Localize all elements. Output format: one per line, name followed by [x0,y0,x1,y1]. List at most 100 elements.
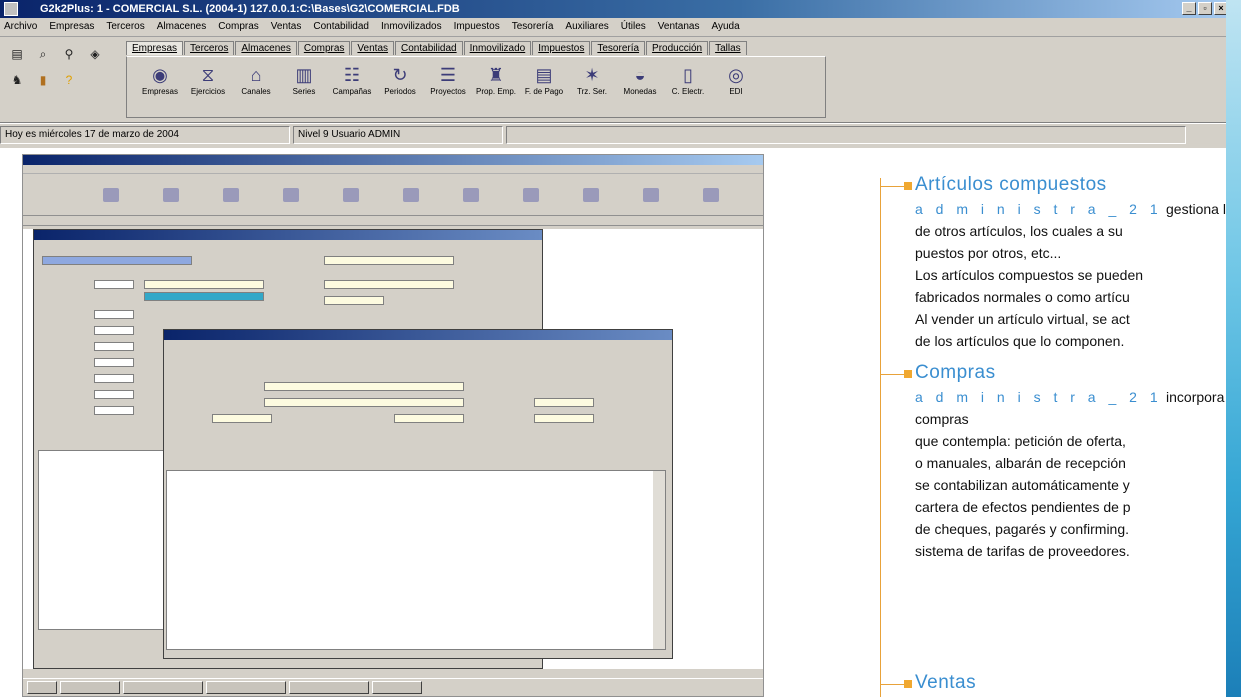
toolbar-button-label: Series [292,87,316,96]
empresa-buttons: ◉ Empresas ⧖ Ejercicios ⌂ Canales ▥ Series ☷ Camp… [127,57,825,96]
toolbar-button-trz-ser[interactable]: ✶ Trz. Ser. [571,63,613,96]
brand-name: a d m i n i s t r a _ 2 1 [915,389,1163,405]
maximize-button[interactable]: ▫ [1198,2,1212,15]
tab-empresas[interactable]: Empresas [126,41,184,55]
toolbar-button-label: Proyectos [430,87,466,96]
help-icon[interactable]: ? [60,71,78,89]
toolbar-button-icon: ◎ [728,65,744,85]
tab-produccion[interactable]: Producción [646,41,709,55]
tab-inmovilizado[interactable]: Inmovilizado [463,41,532,55]
title-bar: G2k2Plus: 1 - COMERCIAL S.L. (2004-1) 12… [0,0,1232,18]
tab-tesoreria[interactable]: Tesorería [591,41,646,55]
line-text: compras [915,411,969,427]
tab-tallas[interactable]: Tallas [709,41,747,55]
section-line: Los artículos compuestos se pueden [915,264,1143,286]
line-text: fabricados normales o como artícu [915,289,1130,305]
compras-window [163,329,673,659]
toolbar-button-label: Empresas [141,87,178,96]
status-date: Hoy es miércoles 17 de marzo de 2004 [0,125,290,144]
preview-icon[interactable]: ⌕ [34,45,52,63]
toolbar-button-campañas[interactable]: ☷ Campañas [331,63,373,96]
tab-panel-empresas: ◉ Empresas ⧖ Ejercicios ⌂ Canales ▥ Series ☷ Camp… [126,56,826,118]
articulos-grid[interactable] [38,450,168,630]
section-line: Al vender un artículo virtual, se act [915,308,1130,330]
line-text: que contempla: petición de oferta, [915,433,1126,449]
menu-archivo[interactable]: Archivo [4,21,37,36]
toolbar-button-monedas[interactable]: ◒ Monedas [619,63,661,96]
section-bullet [904,182,912,190]
toolbar-button-periodos[interactable]: ↻ Periodos [379,63,421,96]
toolbar-button-proyectos[interactable]: ☰ Proyectos [427,63,469,96]
section-line: que contempla: petición de oferta, [915,430,1126,452]
toolbar-button-edi[interactable]: ◎ EDI [715,63,757,96]
tab-terceros[interactable]: Terceros [184,41,235,55]
tab-compras[interactable]: Compras [297,41,351,55]
menu-almacenes[interactable]: Almacenes [157,21,206,36]
menu-auxiliares[interactable]: Auxiliares [565,21,608,36]
toolbar-button-icon: ⧖ [201,65,215,85]
status-empty [506,125,1186,144]
menu-tesoreria[interactable]: Tesorería [512,21,554,36]
menu-ayuda[interactable]: Ayuda [712,21,740,36]
menu-empresas[interactable]: Empresas [49,21,94,36]
line-text: puestos por otros, etc... [915,245,1062,261]
app-window: G2k2Plus: 1 - COMERCIAL S.L. (2004-1) 12… [0,0,1232,148]
section-heading: Compras [915,362,996,383]
toolbar-button-empresas[interactable]: ◉ Empresas [139,63,181,96]
toolbar-button-icon: ☷ [343,65,361,85]
line-text: Al vender un artículo virtual, se act [915,311,1130,327]
menu-contabilidad[interactable]: Contabilidad [313,21,369,36]
toolbar-button-icon: ☰ [439,65,457,85]
toolbar-button-icon: ▥ [295,65,313,85]
section-line: de cheques, pagarés y confirming. [915,518,1129,540]
tab-ventas[interactable]: Ventas [351,41,395,55]
toolbar-button-c-electr[interactable]: ▯ C. Electr. [667,63,709,96]
section-bullet [904,370,912,378]
line-text: se contabilizan automáticamente y [915,477,1130,493]
menu-ventas[interactable]: Ventas [271,21,302,36]
menu-impuestos[interactable]: Impuestos [454,21,500,36]
toolbar-button-label: Monedas [623,87,657,96]
section-bullet [904,680,912,688]
toolbar-button-f-de-pago[interactable]: ▤ F. de Pago [523,63,565,96]
menu-terceros[interactable]: Terceros [106,21,144,36]
toolbar-button-label: Trz. Ser. [577,87,607,96]
section-line: compras [915,408,969,430]
menu-utiles[interactable]: Útiles [621,21,646,36]
menu-compras[interactable]: Compras [218,21,259,36]
toolbar-button-label: Periodos [384,87,416,96]
print-icon[interactable]: ▤ [8,45,26,63]
toolbar-button-ejercicios[interactable]: ⧖ Ejercicios [187,63,229,96]
line-text: o manuales, albarán de recepción [915,455,1126,471]
section-line: a d m i n i s t r a _ 2 1 incorpora u [915,386,1236,408]
line-text: sistema de tarifas de proveedores. [915,543,1130,559]
toolbar-button-series[interactable]: ▥ Series [283,63,325,96]
tab-impuestos[interactable]: Impuestos [532,41,591,55]
toolbar-button-canales[interactable]: ⌂ Canales [235,63,277,96]
minimize-button[interactable]: _ [1182,2,1196,15]
shot-title-bar [23,155,763,165]
lineas-grid[interactable] [166,470,666,650]
section-line: cartera de efectos pendientes de p [915,496,1131,518]
toolbar-button-label: Prop. Emp. [475,87,516,96]
tab-contabilidad[interactable]: Contabilidad [395,41,463,55]
window-title: G2k2Plus: 1 - COMERCIAL S.L. (2004-1) 12… [40,3,460,15]
zoom-icon[interactable]: ◈ [86,45,104,63]
shot-toolbar [23,174,763,216]
toolbar-button-icon: ✶ [584,65,600,85]
users-icon[interactable]: ♞ [8,71,26,89]
menu-bar: Archivo Empresas Terceros Almacenes Comp… [0,18,1232,37]
menu-ventanas[interactable]: Ventanas [658,21,700,36]
status-bar: Hoy es miércoles 17 de marzo de 2004 Niv… [0,123,1232,145]
shot-menu-bar [23,165,763,174]
search-icon[interactable]: ⚲ [60,45,78,63]
toolbar-button-prop-emp[interactable]: ♜ Prop. Emp. [475,63,517,96]
embedded-screenshot [22,154,764,697]
book-icon[interactable]: ▮ [34,71,52,89]
orange-rail [880,178,881,697]
side-decoration [1226,0,1241,697]
menu-inmovilizados[interactable]: Inmovilizados [381,21,442,36]
tab-almacenes[interactable]: Almacenes [235,41,297,55]
section-connector [880,684,906,685]
toolbar-button-label: F. de Pago [524,87,564,96]
